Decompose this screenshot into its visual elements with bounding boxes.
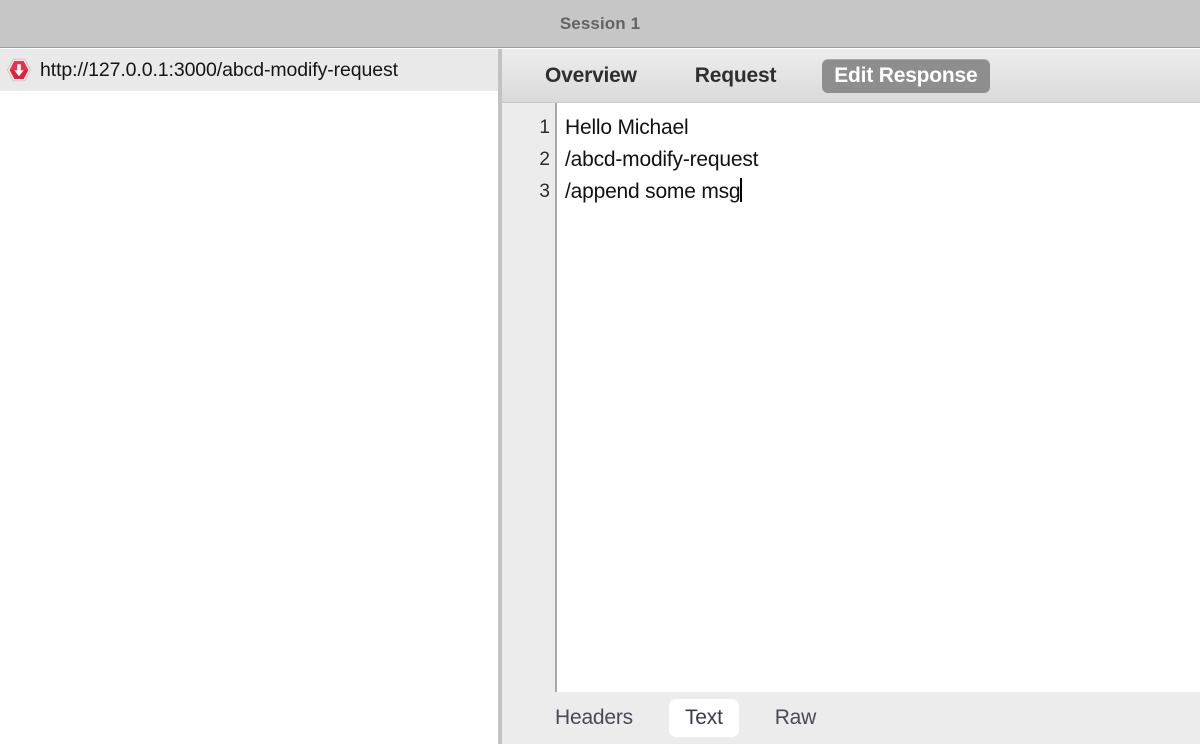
- tab-request[interactable]: Request: [683, 59, 788, 93]
- editor-line-number-gutter: 1 2 3: [502, 103, 557, 692]
- session-url-text: http://127.0.0.1:3000/abcd-modify-reques…: [40, 58, 398, 81]
- response-editor[interactable]: 1 2 3 Hello Michael /abcd-modify-request…: [502, 103, 1200, 692]
- editor-line-with-caret: /append some msg: [565, 176, 1200, 208]
- tab-overview[interactable]: Overview: [533, 59, 649, 93]
- tab-edit-response[interactable]: Edit Response: [822, 58, 990, 93]
- tab-raw[interactable]: Raw: [759, 699, 832, 737]
- editor-line: /abcd-modify-request: [565, 148, 759, 171]
- detail-pane: Overview Request Edit Response 1 2 3 Hel…: [502, 49, 1200, 744]
- line-number: 3: [539, 181, 550, 202]
- tab-headers[interactable]: Headers: [539, 699, 649, 737]
- line-number: 2: [539, 149, 550, 170]
- editor-line: Hello Michael: [565, 116, 689, 139]
- tab-text[interactable]: Text: [668, 699, 739, 737]
- red-hexagon-down-arrow-icon: [6, 58, 32, 82]
- app-window: Session 1 http://127.0.0.1:3000/abcd-mod…: [0, 0, 1200, 744]
- text-caret: [740, 178, 743, 202]
- editor-text-area[interactable]: Hello Michael /abcd-modify-request /appe…: [557, 103, 1200, 692]
- response-view-tab-bar: Headers Text Raw: [502, 692, 1200, 744]
- editor-line: /append some msg: [565, 180, 741, 203]
- session-list-empty-area: [0, 92, 498, 744]
- line-number: 1: [539, 117, 550, 138]
- session-list-panel[interactable]: http://127.0.0.1:3000/abcd-modify-reques…: [0, 49, 498, 744]
- detail-tab-bar: Overview Request Edit Response: [502, 49, 1200, 103]
- session-list-item[interactable]: http://127.0.0.1:3000/abcd-modify-reques…: [0, 49, 498, 92]
- window-titlebar: Session 1: [0, 0, 1200, 48]
- window-title: Session 1: [559, 13, 641, 33]
